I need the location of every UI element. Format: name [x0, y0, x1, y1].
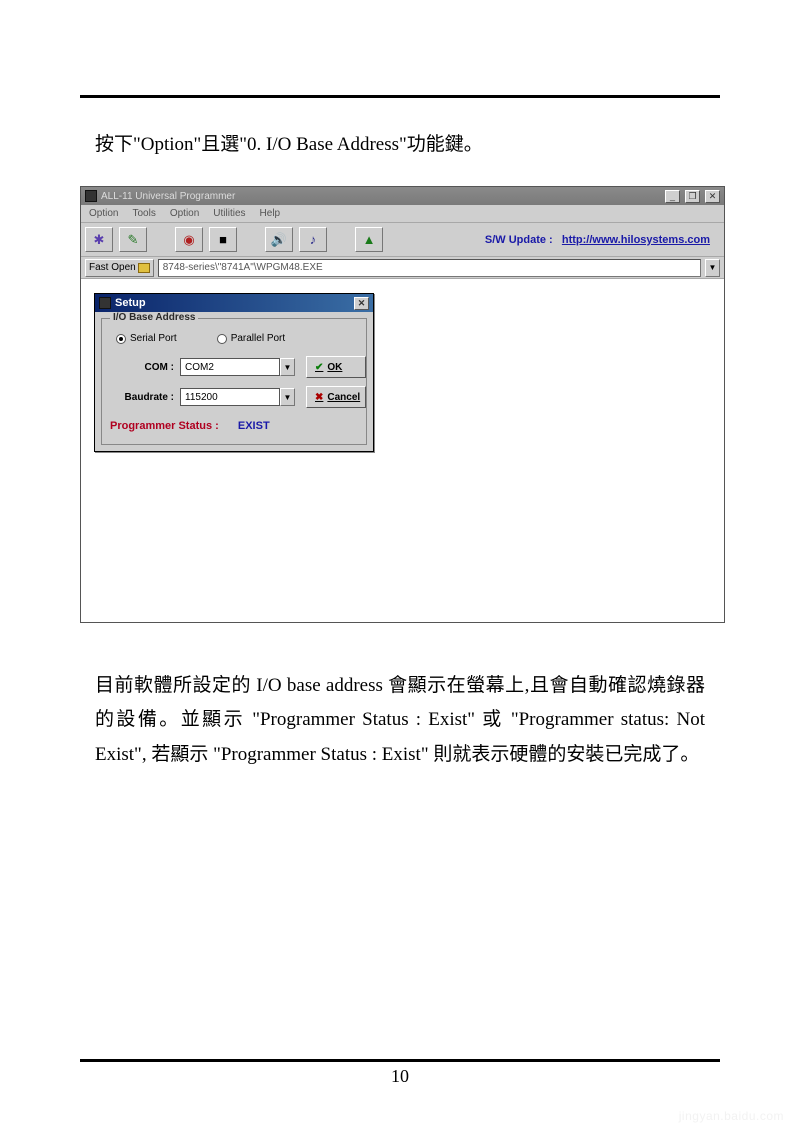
com-dropdown-arrow[interactable]: ▼ — [280, 358, 295, 376]
com-select[interactable]: COM2 — [180, 358, 280, 376]
menu-item[interactable]: Option — [89, 208, 118, 219]
dialog-title: Setup — [115, 297, 146, 309]
menubar: Option Tools Option Utilities Help — [81, 205, 724, 223]
path-input[interactable]: 8748-series\"8741A"\WPGM48.EXE — [158, 259, 701, 277]
setup-dialog: Setup ✕ I/O Base Address Serial Port Par… — [94, 293, 374, 452]
toolbar-button-3[interactable]: ◉ — [175, 227, 203, 252]
app-window: ALL-11 Universal Programmer _ ❐ ✕ Option… — [80, 186, 725, 623]
check-icon: ✔ — [315, 362, 323, 373]
paragraph-bottom: 目前軟體所設定的 I/O base address 會顯示在螢幕上,且會自動確認… — [95, 669, 705, 772]
top-rule — [80, 95, 720, 98]
toolbar-button-7[interactable]: ▲ — [355, 227, 383, 252]
ok-button[interactable]: ✔ OK — [306, 356, 366, 378]
sw-update: S/W Update : http://www.hilosystems.com — [485, 234, 720, 246]
folder-icon — [138, 263, 150, 273]
baudrate-label: Baudrate : — [110, 392, 180, 403]
group-legend: I/O Base Address — [110, 312, 198, 323]
toolbar-button-4[interactable]: ■ — [209, 227, 237, 252]
toolbar-button-1[interactable]: ✱ — [85, 227, 113, 252]
radio-parallel-port[interactable]: Parallel Port — [217, 333, 285, 344]
baidu-watermark: Bai 百度 经验 jingyan.baidu.com — [610, 1074, 800, 1129]
main-titlebar: ALL-11 Universal Programmer _ ❐ ✕ — [81, 187, 724, 205]
baudrate-select[interactable]: 115200 — [180, 388, 280, 406]
menu-item[interactable]: Tools — [132, 208, 155, 219]
fast-open-button[interactable]: Fast Open — [85, 259, 154, 277]
dialog-close-button[interactable]: ✕ — [354, 297, 369, 310]
bottom-rule — [80, 1059, 720, 1062]
path-dropdown-arrow[interactable]: ▼ — [705, 259, 720, 277]
minimize-button[interactable]: _ — [665, 190, 680, 203]
cancel-button[interactable]: ✖ Cancel — [306, 386, 366, 408]
toolbar-button-5[interactable]: 🔊 — [265, 227, 293, 252]
com-label: COM : — [110, 362, 180, 373]
maximize-button[interactable]: ❐ — [685, 190, 700, 203]
radio-serial-port[interactable]: Serial Port — [116, 333, 177, 344]
dialog-icon — [99, 297, 111, 309]
fast-open-bar: Fast Open 8748-series\"8741A"\WPGM48.EXE… — [81, 257, 724, 279]
io-base-address-group: I/O Base Address Serial Port Parallel Po… — [101, 318, 367, 445]
paw-icon — [658, 1085, 684, 1109]
menu-item[interactable]: Option — [170, 208, 199, 219]
update-link[interactable]: http://www.hilosystems.com — [562, 234, 710, 246]
menu-item[interactable]: Utilities — [213, 208, 245, 219]
toolbar-button-6[interactable]: ♪ — [299, 227, 327, 252]
app-title: ALL-11 Universal Programmer — [101, 191, 235, 202]
programmer-status: Programmer Status : EXIST — [110, 420, 358, 432]
toolbar: ✱ ✎ ◉ ■ 🔊 ♪ ▲ S/W Update : http://www.hi… — [81, 223, 724, 257]
close-button[interactable]: ✕ — [705, 190, 720, 203]
toolbar-button-2[interactable]: ✎ — [119, 227, 147, 252]
dialog-titlebar: Setup ✕ — [95, 294, 373, 312]
x-icon: ✖ — [315, 392, 323, 403]
paragraph-top: 按下"Option"且選"0. I/O Base Address"功能鍵。 — [95, 128, 705, 162]
baudrate-dropdown-arrow[interactable]: ▼ — [280, 388, 295, 406]
app-icon — [85, 190, 97, 202]
menu-item[interactable]: Help — [260, 208, 281, 219]
